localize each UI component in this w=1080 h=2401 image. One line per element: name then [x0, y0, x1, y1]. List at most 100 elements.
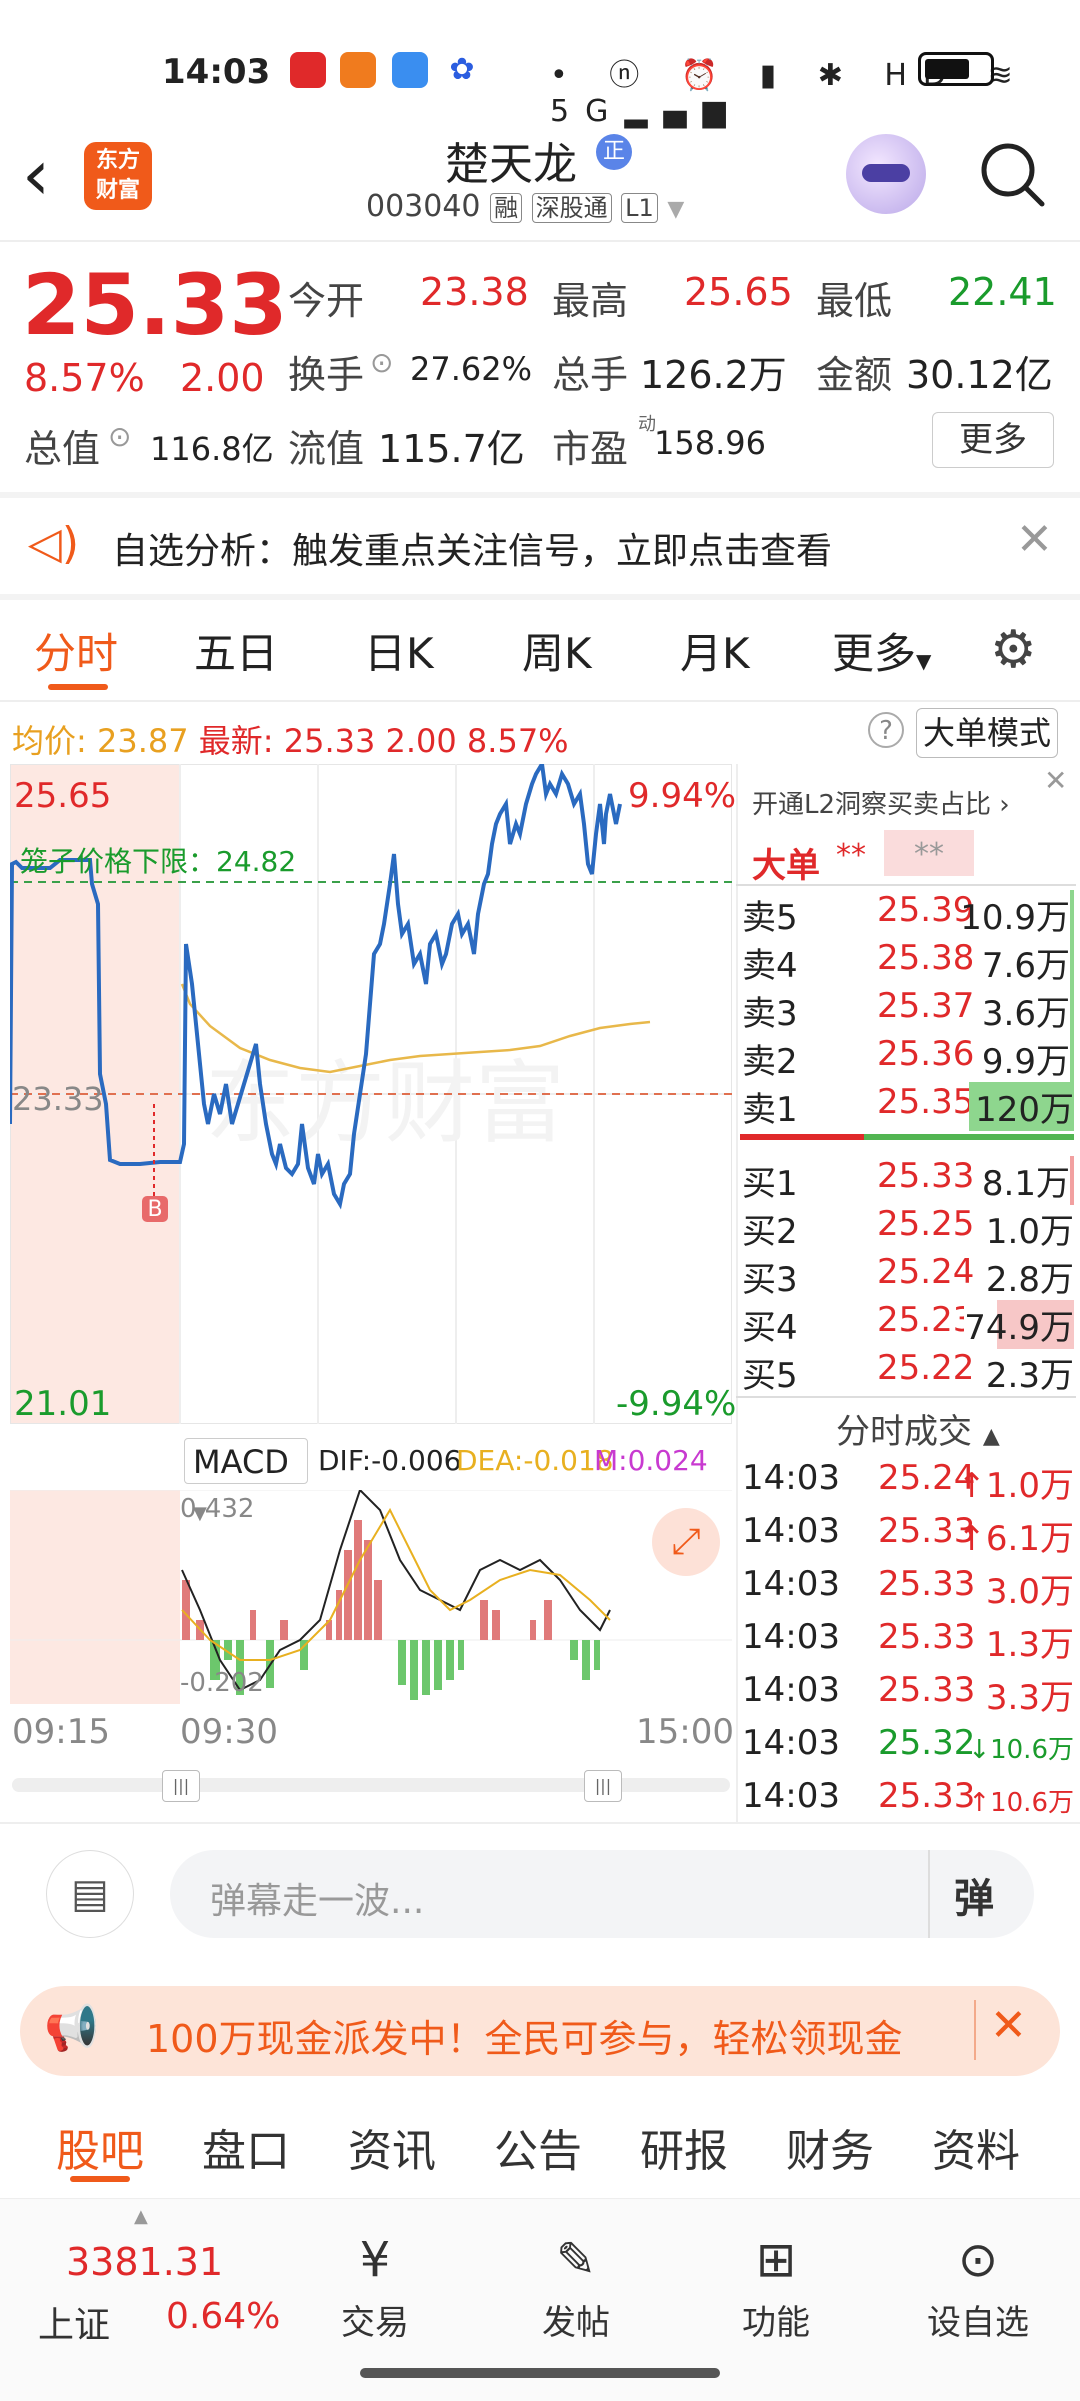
volume-label: 总手: [552, 353, 629, 397]
change-percent: 8.57%: [24, 356, 145, 400]
nav-functions[interactable]: ⊞ 功能: [706, 2225, 846, 2344]
promo-banner[interactable]: 📢 100万现金派发中！全民可参与，轻松领现金 ✕: [20, 1986, 1060, 2076]
robot-assistant-icon[interactable]: [846, 134, 926, 214]
tab-announcements[interactable]: 公告: [494, 2115, 582, 2179]
trade-icon: ¥: [359, 2232, 391, 2288]
l2-promo-link[interactable]: 开通L2洞察买卖占比 ›: [752, 784, 1010, 821]
bid-volume: 2.3万: [985, 1356, 1074, 1396]
tick-time: 14:03: [742, 1511, 840, 1551]
tab-weekly-k[interactable]: 周K: [522, 620, 592, 681]
big-order-mode-button[interactable]: 大单模式: [916, 708, 1058, 758]
logo-text-bottom: 财富: [95, 178, 140, 203]
dropdown-icon[interactable]: ▼: [667, 197, 684, 222]
watchlist-icon: ⊙: [957, 2232, 999, 2288]
danmu-toggle-icon[interactable]: 弹: [954, 1866, 994, 1924]
tab-five-day[interactable]: 五日: [194, 620, 278, 681]
macd-dea: DEA:-0.018: [456, 1444, 614, 1477]
high-label: 最高: [552, 279, 629, 323]
bid-row-5: 买5 25.22 2.3万: [742, 1348, 1074, 1396]
ask-row-5: 卖5 25.39 10.9万: [742, 890, 1074, 939]
more-quote-button[interactable]: 更多: [932, 412, 1054, 468]
l2-promo-text: 开通L2洞察买卖占比: [752, 790, 992, 820]
nav-post[interactable]: ✎ 发帖: [506, 2225, 646, 2344]
nav-trade[interactable]: ¥ 交易: [305, 2225, 445, 2344]
ask-label: 卖3: [742, 994, 798, 1034]
tab-intraday[interactable]: 分时: [34, 620, 118, 681]
search-icon[interactable]: [978, 140, 1045, 207]
ask-row-2: 卖2 25.36 9.9万: [742, 1034, 1074, 1083]
time-range-scrollbar[interactable]: [12, 1778, 730, 1792]
nav-functions-label: 功能: [742, 2303, 810, 2343]
tab-monthly-k[interactable]: 月K: [680, 620, 750, 681]
tab-research[interactable]: 研报: [640, 2115, 728, 2179]
ask-row-4: 卖4 25.38 7.6万: [742, 938, 1074, 987]
big-order-label: 大单: [752, 846, 820, 886]
index-name[interactable]: 上证: [38, 2296, 110, 2348]
low-label: 最低: [816, 279, 893, 323]
ask-price: 25.36: [877, 1034, 975, 1074]
tab-more[interactable]: 更多▼: [832, 620, 931, 681]
tab-guba[interactable]: 股吧: [56, 2115, 144, 2179]
tab-news[interactable]: 资讯: [348, 2115, 436, 2179]
home-indicator[interactable]: [360, 2368, 720, 2378]
close-icon[interactable]: ✕: [1044, 764, 1067, 797]
chart-bottom-price: 21.01: [14, 1384, 112, 1424]
bid-label: 买1: [742, 1164, 798, 1204]
macd-chart[interactable]: [10, 1490, 732, 1704]
ask-label: 卖1: [742, 1090, 798, 1130]
macd-bottom-value: -0.202: [180, 1668, 264, 1698]
tab-finance[interactable]: 财务: [786, 2115, 874, 2179]
bid-volume: 2.8万: [985, 1260, 1074, 1300]
help-icon[interactable]: ?: [868, 712, 904, 748]
ask-row-3: 卖3 25.37 3.6万: [742, 986, 1074, 1035]
tick-time: 14:03: [742, 1617, 840, 1657]
bid-volume: 1.0万: [985, 1212, 1074, 1252]
info-icon[interactable]: ⊙: [108, 420, 131, 453]
back-icon[interactable]: ‹: [22, 140, 50, 210]
last-pct: 8.57%: [466, 722, 569, 760]
settings-gear-icon[interactable]: ⚙: [990, 620, 1037, 680]
danmu-settings-icon[interactable]: ▤: [46, 1850, 134, 1938]
close-icon[interactable]: ✕: [1016, 514, 1053, 565]
ask-label: 卖5: [742, 898, 798, 938]
tab-profile[interactable]: 资料: [932, 2115, 1020, 2179]
indicator-selector[interactable]: MACD ▼: [184, 1438, 308, 1524]
tick-price: 25.32: [878, 1723, 976, 1763]
bid-price: 25.25: [877, 1204, 975, 1244]
ticks-header[interactable]: 分时成交 ▲: [836, 1404, 1000, 1453]
time-start: 09:15: [12, 1712, 110, 1752]
notice-bar[interactable]: ◁) 自选分析：触发重点关注信号，立即点击查看 ✕: [0, 498, 1080, 594]
range-handle-left[interactable]: |||: [162, 1770, 200, 1802]
tick-time: 14:03: [742, 1670, 840, 1710]
ask-volume: 9.9万: [982, 1034, 1074, 1083]
bid-volume: 8.1万: [982, 1156, 1074, 1205]
speaker-icon: ◁): [28, 518, 80, 569]
taobao-notification-icon: [340, 52, 376, 88]
bid-ask-ratio-bar-green: [864, 1134, 1074, 1140]
float-cap-label: 流值: [288, 427, 365, 471]
status-bar: 14:03 ✿ • ⓝ ⏰ ▮ ✱ HD ≋ 5G▂▄▆: [0, 0, 1080, 140]
app-logo[interactable]: 东方 财富: [84, 142, 152, 210]
close-icon[interactable]: ✕: [990, 2000, 1027, 2051]
ask-price: 25.38: [877, 938, 975, 978]
bid-row-3: 买3 25.24 2.8万: [742, 1252, 1074, 1300]
turnover-label: 换手: [288, 353, 365, 397]
indicator-name: MACD: [193, 1443, 289, 1481]
range-handle-right[interactable]: |||: [584, 1770, 622, 1802]
tick-row: 14:03 25.33 ↑6.1万: [742, 1511, 1074, 1559]
tick-volume: 1.3万: [985, 1625, 1074, 1665]
index-pct[interactable]: 0.64%: [166, 2296, 280, 2337]
tab-pankou[interactable]: 盘口: [202, 2115, 290, 2179]
system-status-icons: • ⓝ ⏰ ▮ ✱ HD ≋ 5G▂▄▆: [550, 58, 1029, 129]
index-value[interactable]: 3381.31: [66, 2240, 223, 2284]
danmu-input[interactable]: 弹幕走一波... 弹: [170, 1850, 1034, 1938]
ask-volume: 3.6万: [982, 986, 1074, 1035]
active-tab-indicator: [48, 684, 108, 690]
expand-icon[interactable]: ⤢: [652, 1508, 720, 1576]
nav-trade-label: 交易: [341, 2303, 409, 2343]
chart-mid-price: 23.33: [12, 1080, 104, 1118]
volume-value: 126.2万: [640, 353, 787, 397]
tab-daily-k[interactable]: 日K: [364, 620, 434, 681]
nav-add-watchlist[interactable]: ⊙ 设自选: [908, 2225, 1048, 2344]
info-icon[interactable]: ⊙: [370, 346, 393, 379]
